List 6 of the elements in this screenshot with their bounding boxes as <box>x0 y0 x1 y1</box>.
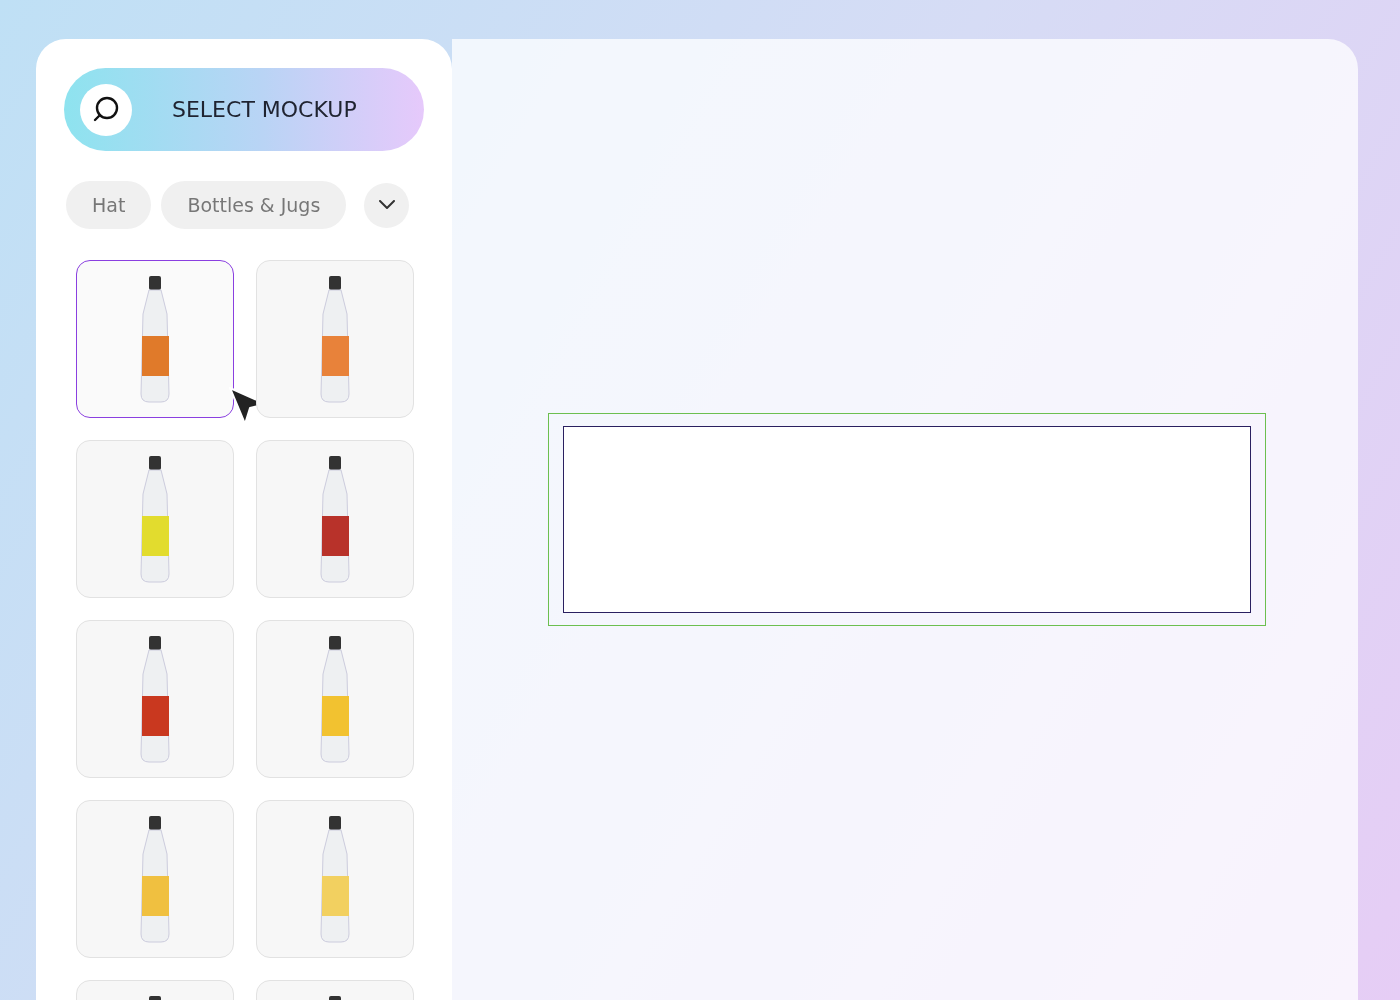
chevron-down-icon <box>378 200 395 210</box>
category-chip[interactable]: Bottles & Jugs <box>161 181 347 229</box>
mockup-tile[interactable] <box>76 260 234 418</box>
category-chip[interactable]: Hat <box>66 181 152 229</box>
search-icon <box>80 83 132 136</box>
select-mockup-button[interactable]: SELECT MOCKUP <box>64 68 424 151</box>
